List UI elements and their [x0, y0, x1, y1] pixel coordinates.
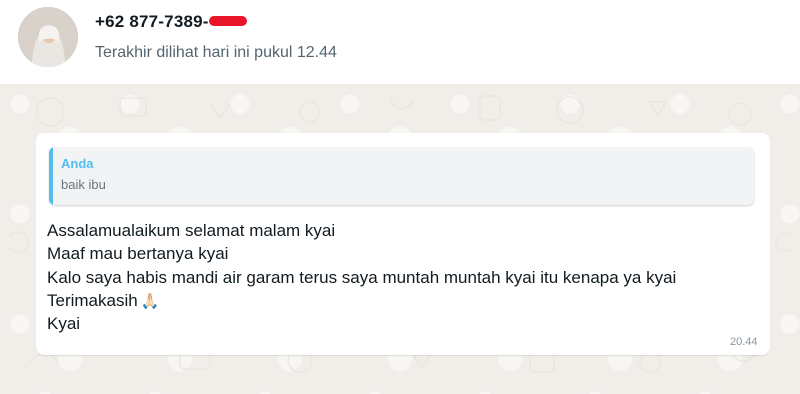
last-seen-status: Terakhir dilihat hari ini pukul 12.44 [95, 44, 337, 61]
contact-phone-text: +62 877-7389- [95, 12, 209, 31]
contact-avatar[interactable] [18, 7, 78, 67]
quoted-reply[interactable]: Anda baik ibu [49, 147, 754, 205]
quoted-author: Anda [61, 156, 94, 171]
message-line: Assalamualaikum selamat malam kyai [47, 221, 336, 240]
message-line: Kyai [47, 314, 81, 334]
message-text: Assalamualaikum selamat malam kyai Maaf … [47, 219, 757, 335]
message-line: Maaf mau bertanya kyai [47, 244, 229, 264]
folded-hands-emoji: 🙏🏻 [140, 292, 160, 310]
message-line: Kalo saya habis mandi air garam terus sa… [47, 267, 677, 287]
avatar-image [18, 7, 78, 67]
message-timestamp: 20.44 [730, 336, 758, 348]
quote-accent-bar [49, 147, 53, 205]
redaction-mark [208, 15, 247, 26]
chat-header[interactable]: +62 877-7389- Terakhir dilihat hari ini … [0, 0, 800, 84]
message-line: Terimakasih [47, 290, 138, 310]
quoted-text: baik ibu [61, 177, 106, 192]
message-line-with-emoji: Terimakasih 🙏🏻 [47, 289, 757, 312]
contact-name[interactable]: +62 877-7389- [95, 12, 247, 32]
